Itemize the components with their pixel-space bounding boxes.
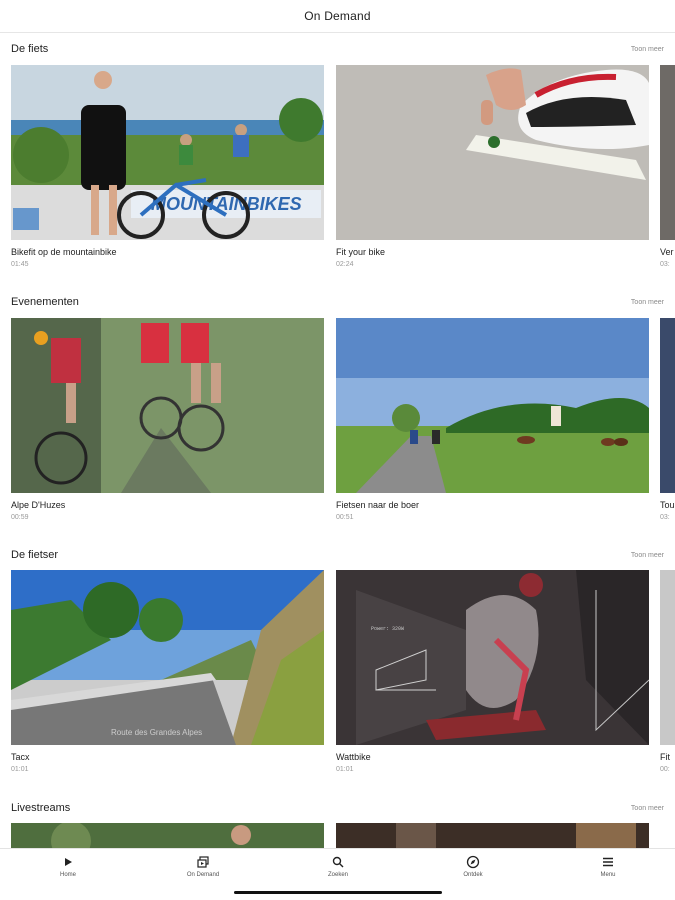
video-title: Alpe D'Huzes (11, 500, 66, 510)
video-duration: 00:59 (11, 514, 29, 521)
nav-label: Menu (600, 872, 616, 878)
nav-on-demand[interactable]: On Demand (163, 855, 243, 885)
section-title: Evenementen (11, 296, 79, 308)
section-title: De fiets (11, 43, 49, 55)
video-title: Wattbike (336, 752, 371, 762)
video-thumbnail[interactable] (336, 318, 649, 493)
section-livestreams: Livestreams Toon meer (0, 800, 675, 848)
video-thumbnail[interactable] (336, 823, 649, 848)
page-title: On Demand (304, 9, 371, 23)
video-duration: 01:01 (11, 766, 29, 773)
video-duration: 00: (660, 766, 670, 773)
compass-icon (466, 855, 480, 869)
play-icon (61, 855, 75, 869)
nav-discover[interactable]: Ontdek (433, 855, 513, 885)
section-evenementen: Evenementen Toon meer Alpe D'Huzes 00:59… (0, 294, 675, 539)
nav-label: Home (59, 872, 76, 878)
section-title: Livestreams (11, 802, 71, 814)
video-title: Fit (660, 752, 670, 762)
video-duration: 01:01 (336, 766, 354, 773)
video-title: Bikefit op de mountainbike (11, 247, 117, 257)
on-demand-icon (196, 855, 210, 869)
nav-search[interactable]: Zoeken (298, 855, 378, 885)
video-title: Tacx (11, 752, 30, 762)
section-title: De fietser (11, 549, 59, 561)
video-card[interactable]: Power: 320W Wattbike 01:01 (336, 570, 649, 780)
video-duration: 00:51 (336, 514, 354, 521)
video-card[interactable]: Alpe D'Huzes 00:59 (11, 318, 324, 528)
menu-icon (601, 855, 615, 869)
top-bar: On Demand (0, 0, 675, 33)
section-header: De fiets Toon meer (11, 41, 664, 57)
video-card[interactable]: Fit your bike 02:24 (336, 65, 649, 275)
video-thumbnail[interactable]: Power: 320W (336, 570, 649, 745)
show-more-link[interactable]: Toon meer (631, 552, 664, 559)
show-more-link[interactable]: Toon meer (631, 46, 664, 53)
video-duration: 01:45 (11, 261, 29, 268)
video-title: Ver (660, 247, 674, 257)
video-card[interactable]: Fietsen naar de boer 00:51 (336, 318, 649, 528)
video-thumbnail[interactable]: Route des Grandes Alpes (11, 570, 324, 745)
svg-text:Route des Grandes Alpes: Route des Grandes Alpes (111, 728, 202, 737)
video-title: Tou (660, 500, 675, 510)
video-duration: 03: (660, 261, 670, 268)
video-duration: 03: (660, 514, 670, 521)
content-area[interactable]: De fiets Toon meer MOUNTAINBIKES Bikefit… (0, 33, 675, 848)
video-card[interactable]: Route des Grandes Alpes Tacx 01:01 (11, 570, 324, 780)
video-thumbnail[interactable] (660, 318, 675, 493)
nav-label: Ontdek (463, 872, 483, 878)
video-thumbnail[interactable] (11, 318, 324, 493)
video-thumbnail[interactable] (11, 823, 324, 848)
nav-label: On Demand (186, 872, 220, 878)
video-thumbnail[interactable]: MOUNTAINBIKES (11, 65, 324, 240)
video-thumbnail[interactable] (660, 570, 675, 745)
video-duration: 02:24 (336, 261, 354, 268)
svg-text:MOUNTAINBIKES: MOUNTAINBIKES (151, 194, 302, 214)
section-de-fiets: De fiets Toon meer MOUNTAINBIKES Bikefit… (0, 41, 675, 286)
video-card[interactable]: Tou 03: (660, 318, 675, 528)
section-de-fietser: De fietser Toon meer Route des Grandes A… (0, 547, 675, 792)
video-thumbnail[interactable] (336, 65, 649, 240)
video-title: Fietsen naar de boer (336, 500, 420, 510)
search-icon (331, 855, 345, 869)
video-card[interactable]: Fit 00: (660, 570, 675, 780)
section-header: De fietser Toon meer (11, 547, 664, 563)
video-card[interactable]: MOUNTAINBIKES Bikefit op de mountainbike (11, 65, 324, 275)
nav-home[interactable]: Home (28, 855, 108, 885)
video-title: Fit your bike (336, 247, 386, 257)
home-indicator (234, 891, 442, 894)
video-card[interactable]: Ver 03: (660, 65, 675, 275)
svg-text:Power: 320W: Power: 320W (371, 626, 404, 632)
section-header: Evenementen Toon meer (11, 294, 664, 310)
video-thumbnail[interactable] (660, 65, 675, 240)
section-header: Livestreams Toon meer (11, 800, 664, 816)
show-more-link[interactable]: Toon meer (631, 805, 664, 812)
show-more-link[interactable]: Toon meer (631, 299, 664, 306)
nav-label: Zoeken (327, 872, 348, 878)
nav-menu[interactable]: Menu (568, 855, 648, 885)
